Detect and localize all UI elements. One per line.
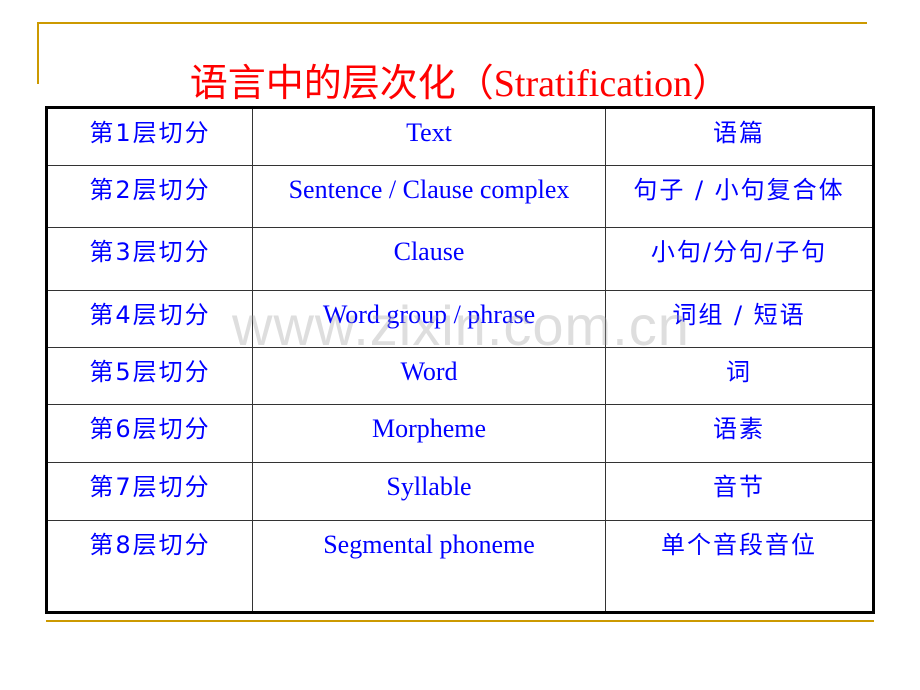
level-cell: 第8层切分 (46, 520, 253, 613)
chinese-term-cell: 语篇 (605, 107, 874, 166)
table-row: 第1层切分 Text 语篇 (46, 107, 874, 166)
chinese-term-cell: 小句/分句/子句 (605, 227, 874, 291)
english-term-cell: Sentence / Clause complex (252, 165, 606, 228)
table-row: 第7层切分 Syllable 音节 (46, 462, 874, 521)
table-row: 第4层切分 Word group / phrase 词组 / 短语 (46, 290, 874, 348)
table-row: 第2层切分 Sentence / Clause complex 句子 / 小句复… (46, 165, 874, 228)
title-chinese: 语言中的层次化（ (189, 61, 494, 106)
top-accent-rule (37, 22, 867, 24)
chinese-term-cell: 句子 / 小句复合体 (605, 165, 874, 228)
bottom-accent-rule (46, 620, 874, 622)
slide-title: 语言中的层次化（Stratification） (0, 59, 920, 108)
english-term-cell: Morpheme (252, 404, 606, 463)
english-term-cell: Text (252, 107, 606, 166)
table-row: 第5层切分 Word 词 (46, 347, 874, 405)
english-term-cell: Syllable (252, 462, 606, 521)
title-close-paren: ） (692, 61, 731, 106)
level-cell: 第3层切分 (46, 227, 253, 291)
table-row: 第8层切分 Segmental phoneme 单个音段音位 (46, 520, 874, 613)
level-cell: 第2层切分 (46, 165, 253, 228)
english-term-cell: Clause (252, 227, 606, 291)
level-cell: 第4层切分 (46, 290, 253, 348)
level-cell: 第7层切分 (46, 462, 253, 521)
english-term-cell: Segmental phoneme (252, 520, 606, 613)
chinese-term-cell: 音节 (605, 462, 874, 521)
table-row: 第3层切分 Clause 小句/分句/子句 (46, 227, 874, 291)
chinese-term-cell: 单个音段音位 (605, 520, 874, 613)
level-cell: 第5层切分 (46, 347, 253, 405)
chinese-term-cell: 语素 (605, 404, 874, 463)
stratification-table: 第1层切分 Text 语篇 第2层切分 Sentence / Clause co… (45, 106, 875, 614)
chinese-term-cell: 词组 / 短语 (605, 290, 874, 348)
level-cell: 第1层切分 (46, 107, 253, 166)
english-term-cell: Word (252, 347, 606, 405)
table-row: 第6层切分 Morpheme 语素 (46, 404, 874, 463)
stratification-table-container: 第1层切分 Text 语篇 第2层切分 Sentence / Clause co… (45, 106, 875, 614)
english-term-cell: Word group / phrase (252, 290, 606, 348)
title-english: Stratification (493, 63, 693, 106)
chinese-term-cell: 词 (605, 347, 874, 405)
level-cell: 第6层切分 (46, 404, 253, 463)
